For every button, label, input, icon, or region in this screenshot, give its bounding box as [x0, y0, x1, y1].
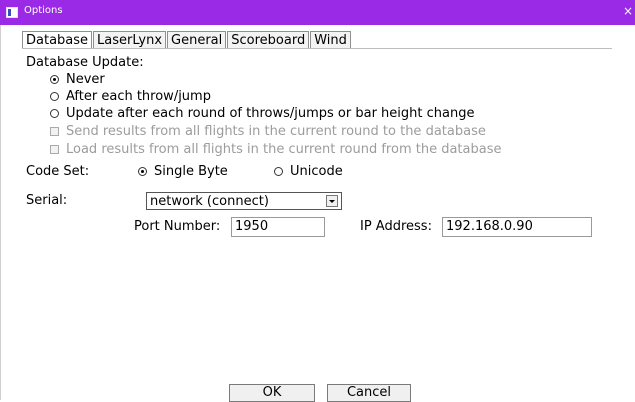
window-title: Options [24, 5, 63, 16]
tab-database[interactable]: Database [22, 31, 93, 49]
serial-label: Serial: [26, 193, 68, 208]
radio-after-each-throw[interactable]: After each throw/jump [50, 89, 211, 104]
radio-unicode[interactable]: Unicode [274, 164, 343, 179]
radio-unselected-icon[interactable] [50, 109, 59, 118]
tab-general[interactable]: General [167, 31, 227, 49]
checkbox-load-results-label: Load results from all flights in the cur… [66, 142, 502, 157]
radio-after-each-throw-label: After each throw/jump [66, 89, 211, 104]
serial-dropdown-value: network (connect) [150, 194, 269, 209]
checkbox-icon [50, 145, 59, 154]
serial-dropdown[interactable]: network (connect) [146, 192, 342, 210]
radio-never[interactable]: Never [50, 72, 105, 87]
window-left-border [0, 25, 1, 400]
radio-unselected-icon[interactable] [50, 92, 59, 101]
radio-selected-icon[interactable] [50, 75, 59, 84]
ip-address-label: IP Address: [360, 219, 432, 234]
code-set-label: Code Set: [26, 164, 90, 179]
port-number-label: Port Number: [134, 219, 221, 234]
radio-single-byte-label: Single Byte [154, 164, 228, 179]
app-window-icon [6, 7, 18, 18]
cancel-button[interactable]: Cancel [327, 384, 411, 402]
ok-button[interactable]: OK [229, 384, 315, 402]
checkbox-send-results-label: Send results from all flights in the cur… [66, 124, 486, 139]
close-icon[interactable]: × [621, 4, 635, 18]
tab-scoreboard[interactable]: Scoreboard [227, 31, 310, 49]
database-update-heading: Database Update: [26, 55, 144, 70]
checkbox-icon [50, 127, 59, 136]
tab-wind[interactable]: Wind [310, 31, 351, 49]
radio-unselected-icon[interactable] [274, 167, 283, 176]
radio-unicode-label: Unicode [290, 164, 343, 179]
title-bar: Options × [0, 0, 635, 25]
radio-never-label: Never [66, 72, 105, 87]
tab-laserlynx[interactable]: LaserLynx [93, 31, 167, 49]
tab-divider [22, 48, 612, 49]
checkbox-load-results: Load results from all flights in the cur… [50, 142, 501, 157]
radio-update-after-round[interactable]: Update after each round of throws/jumps … [50, 106, 474, 121]
port-number-field[interactable]: 1950 [231, 217, 325, 237]
checkbox-send-results: Send results from all flights in the cur… [50, 124, 486, 139]
tab-strip: Database LaserLynx General Scoreboard Wi… [22, 31, 352, 49]
radio-update-after-round-label: Update after each round of throws/jumps … [66, 106, 475, 121]
radio-selected-icon[interactable] [138, 167, 147, 176]
ip-address-field[interactable]: 192.168.0.90 [442, 217, 592, 237]
chevron-down-icon[interactable] [326, 195, 338, 207]
radio-single-byte[interactable]: Single Byte [138, 164, 228, 179]
